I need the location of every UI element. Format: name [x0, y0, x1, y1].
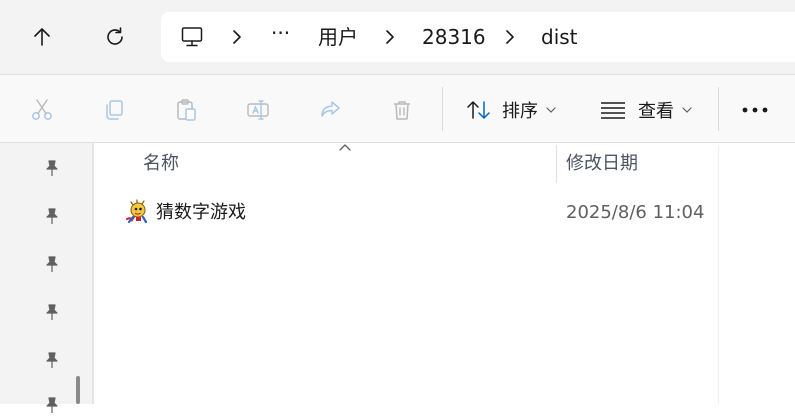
- file-name: 猜数字游戏: [156, 202, 246, 223]
- column-header-name[interactable]: 名称: [143, 143, 179, 183]
- view-list-icon: [600, 99, 626, 121]
- sort-label: 排序: [502, 100, 538, 122]
- computer-icon[interactable]: [180, 25, 204, 49]
- rename-button[interactable]: [234, 75, 282, 144]
- pane-divider[interactable]: [92, 143, 94, 404]
- chevron-right-icon[interactable]: [232, 12, 242, 62]
- column-separator[interactable]: [556, 145, 557, 183]
- nav-scrollbar-thumb[interactable]: [76, 376, 80, 404]
- sort-button[interactable]: 排序: [458, 75, 568, 144]
- toolbar-divider: [442, 87, 443, 131]
- copy-button[interactable]: [90, 75, 138, 144]
- pin-icon[interactable]: [42, 303, 62, 323]
- share-button[interactable]: [306, 75, 354, 144]
- breadcrumb-user-folder[interactable]: 28316: [422, 12, 486, 62]
- file-date-modified: 2025/8/6 11:04: [566, 202, 705, 223]
- command-bar: 排序 查看: [0, 74, 795, 143]
- copy-icon: [102, 98, 126, 122]
- up-button[interactable]: [22, 17, 62, 57]
- delete-button[interactable]: [378, 75, 426, 144]
- breadcrumb-users[interactable]: 用户: [318, 12, 358, 62]
- file-row[interactable]: 猜数字游戏 2025/8/6 11:04: [117, 196, 717, 230]
- chevron-right-icon[interactable]: [505, 12, 515, 62]
- cut-button[interactable]: [18, 75, 66, 144]
- scissors-icon: [30, 98, 54, 122]
- trash-icon: [390, 98, 414, 122]
- paste-button[interactable]: [162, 75, 210, 144]
- column-header-date-modified[interactable]: 修改日期: [566, 143, 638, 183]
- sort-icon: [466, 98, 492, 122]
- chevron-down-icon: [682, 106, 692, 114]
- view-label: 查看: [638, 100, 674, 122]
- pin-icon[interactable]: [42, 351, 62, 371]
- pin-icon[interactable]: [42, 255, 62, 275]
- pin-icon[interactable]: [42, 207, 62, 227]
- view-button[interactable]: 查看: [592, 75, 702, 144]
- address-bar[interactable]: ··· 用户 28316 dist: [161, 12, 795, 62]
- address-row: ··· 用户 28316 dist: [0, 0, 795, 74]
- refresh-icon: [104, 26, 126, 48]
- refresh-button[interactable]: [95, 17, 135, 57]
- chevron-down-icon: [546, 106, 556, 114]
- sort-ascending-icon: [338, 143, 352, 153]
- toolbar-divider: [718, 87, 719, 131]
- chevron-right-icon[interactable]: [385, 12, 395, 62]
- pin-icon[interactable]: [42, 159, 62, 179]
- more-options-button[interactable]: [731, 75, 779, 144]
- pin-icon[interactable]: [42, 396, 62, 416]
- rename-icon: [246, 98, 270, 122]
- breadcrumb-dist[interactable]: dist: [541, 12, 578, 62]
- share-icon: [318, 98, 342, 122]
- clipboard-icon: [174, 98, 198, 122]
- game-app-icon: [124, 199, 150, 225]
- breadcrumb-overflow[interactable]: ···: [271, 8, 290, 58]
- arrow-up-icon: [31, 26, 53, 48]
- column-separator: [718, 145, 719, 404]
- more-icon: [741, 106, 769, 114]
